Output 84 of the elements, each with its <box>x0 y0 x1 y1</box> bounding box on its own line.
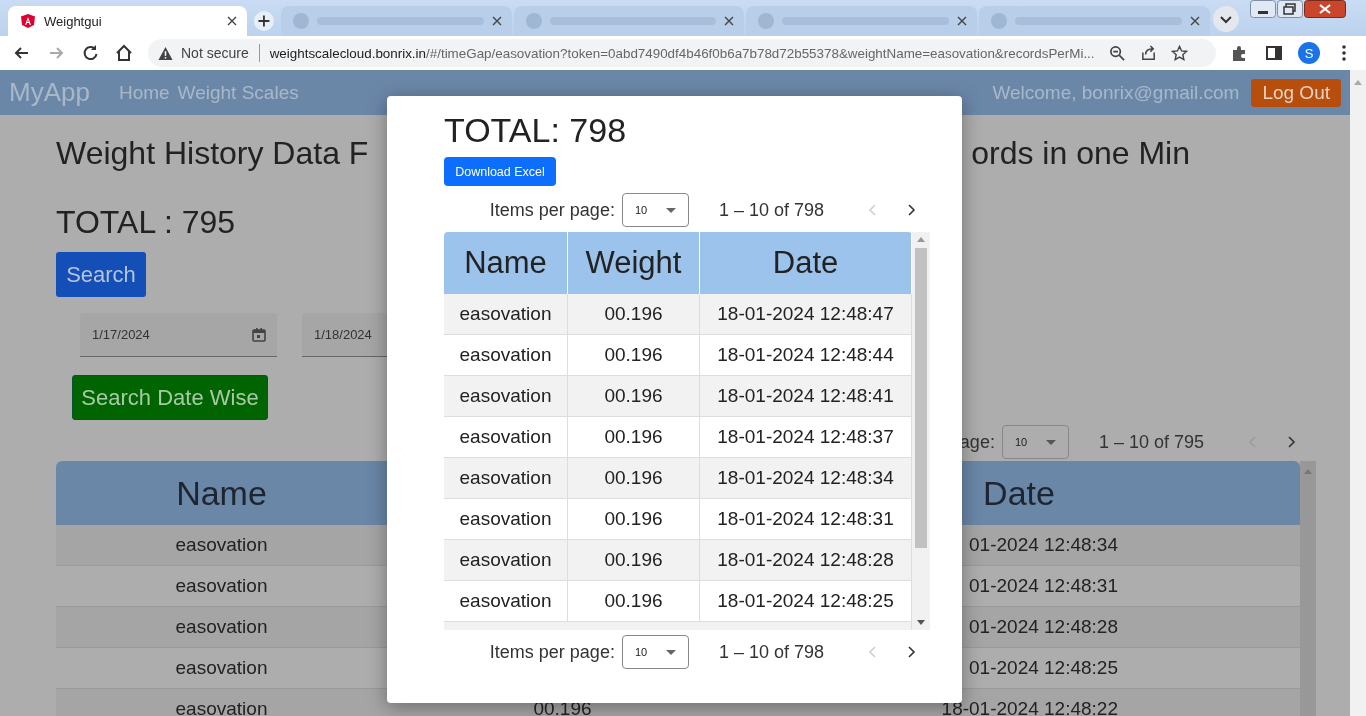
table-cell: 00.196 <box>568 335 700 376</box>
logout-button[interactable]: Log Out <box>1251 78 1341 107</box>
page-size-select[interactable]: 10 <box>621 193 689 227</box>
table-cell: easovation <box>444 294 568 335</box>
column-header: Name <box>444 232 568 294</box>
profile-avatar[interactable]: S <box>1298 42 1320 64</box>
page-scrollbar[interactable] <box>1350 70 1366 716</box>
page-range: 1 – 10 of 795 <box>1098 431 1204 453</box>
table-cell: 18-01-2024 12:48:25 <box>700 581 912 622</box>
caret-icon <box>665 207 676 213</box>
table-cell: 00.196 <box>568 294 700 335</box>
date-field[interactable]: 1/17/2024 <box>80 313 277 357</box>
table-cell: easovation <box>56 689 387 716</box>
table-cell: easovation <box>444 335 568 376</box>
column-header: Date <box>700 232 912 294</box>
table-cell: 18-01-2024 12:48:44 <box>700 335 912 376</box>
table-cell: easovation <box>444 458 568 499</box>
page-range: 1 – 10 of 798 <box>718 199 824 221</box>
table-cell: 18-01-2024 12:48:47 <box>700 294 912 335</box>
restore-icon[interactable] <box>1276 0 1303 18</box>
zoom-icon[interactable] <box>1108 44 1126 62</box>
welcome-text: Welcome, bonrix@gmail.com <box>992 81 1240 104</box>
close-icon[interactable] <box>491 16 502 26</box>
new-tab-icon[interactable] <box>252 10 275 32</box>
table-cell: easovation <box>444 376 568 417</box>
search-button[interactable]: Search <box>56 252 146 297</box>
tab-title: Weightgui <box>44 13 103 29</box>
table-cell: 18-01-2024 12:48:34 <box>700 458 912 499</box>
table-cell: 18-01-2024 12:48:28 <box>700 540 912 581</box>
download-excel-button[interactable]: Download Excel <box>444 157 556 186</box>
table-cell: 18-01-2024 12:48:31 <box>700 499 912 540</box>
browser-tab[interactable]: Weightgui <box>8 6 247 36</box>
dialog-total: TOTAL: 798 <box>444 110 628 150</box>
search-date-wise-button[interactable]: Search Date Wise <box>72 375 268 420</box>
table-cell: 00.196 <box>568 540 700 581</box>
home-icon[interactable] <box>114 43 134 63</box>
caret-icon <box>665 649 676 655</box>
address-bar[interactable]: Not secure weightscalecloud.bonrix.in/#/timeGap/easovation?token=0abd7490df4b46f0b6a7b78d72b55378&weightName=easovation&recordsPerMi... <box>148 39 1216 67</box>
column-header: Name <box>56 461 387 525</box>
share-icon[interactable] <box>1139 44 1157 62</box>
tab-favicon-icon <box>758 13 775 29</box>
page-size-select[interactable]: 10 <box>1001 425 1069 459</box>
table-cell: 00.196 <box>568 376 700 417</box>
close-icon[interactable] <box>1303 0 1346 18</box>
table-cell: easovation <box>56 607 387 648</box>
calendar-icon[interactable] <box>251 326 267 343</box>
table-cell: 00.196 <box>568 417 700 458</box>
paginator-label: age: <box>959 431 995 453</box>
close-icon[interactable] <box>724 16 735 26</box>
close-icon[interactable] <box>957 16 968 26</box>
scroll-down-icon[interactable] <box>917 620 925 625</box>
column-header: Weight <box>568 232 700 294</box>
warning-icon <box>158 45 173 61</box>
minimize-icon[interactable] <box>1249 0 1276 18</box>
table-cell: easovation <box>444 540 568 581</box>
table-cell: easovation <box>56 525 387 566</box>
table-cell: 18-01-2024 12:48:37 <box>700 417 912 458</box>
sidebar-icon[interactable] <box>1264 43 1284 63</box>
tab-favicon-icon <box>292 13 309 29</box>
page-size-select[interactable]: 10 <box>621 635 689 669</box>
close-icon[interactable] <box>226 16 237 26</box>
security-label: Not secure <box>181 45 249 61</box>
table-cell: 00.196 <box>568 499 700 540</box>
scrollbar[interactable] <box>912 232 930 630</box>
star-icon[interactable] <box>1170 44 1188 62</box>
shield-logo-icon <box>20 13 36 29</box>
table-cell: 18-01-2024 12:48:41 <box>700 376 912 417</box>
close-icon[interactable] <box>1190 16 1201 26</box>
paginator-label: Items per page: <box>489 199 615 221</box>
paginator-label: Items per page: <box>489 641 615 663</box>
chevron-down-icon[interactable] <box>1212 5 1240 33</box>
caret-icon <box>1045 439 1056 445</box>
total-count: TOTAL : 795 <box>56 203 236 241</box>
url-text: weightscalecloud.bonrix.in/#/timeGap/easovation?token=0abd7490df4b46f0b6a7b78d72b55378&weightName=easovation&recordsPerMi... <box>269 45 1095 61</box>
scrollbar[interactable] <box>1300 461 1316 716</box>
page-heading: Weight History Data F <box>56 134 369 172</box>
tab-favicon-icon <box>991 13 1008 29</box>
tab-favicon-icon <box>525 13 542 29</box>
table-cell: easovation <box>444 417 568 458</box>
page-heading: ords in one Min <box>971 134 1190 172</box>
table-cell: easovation <box>444 581 568 622</box>
table-cell: 00.196 <box>568 581 700 622</box>
table-cell: 00.196 <box>568 458 700 499</box>
table-cell: easovation <box>444 499 568 540</box>
